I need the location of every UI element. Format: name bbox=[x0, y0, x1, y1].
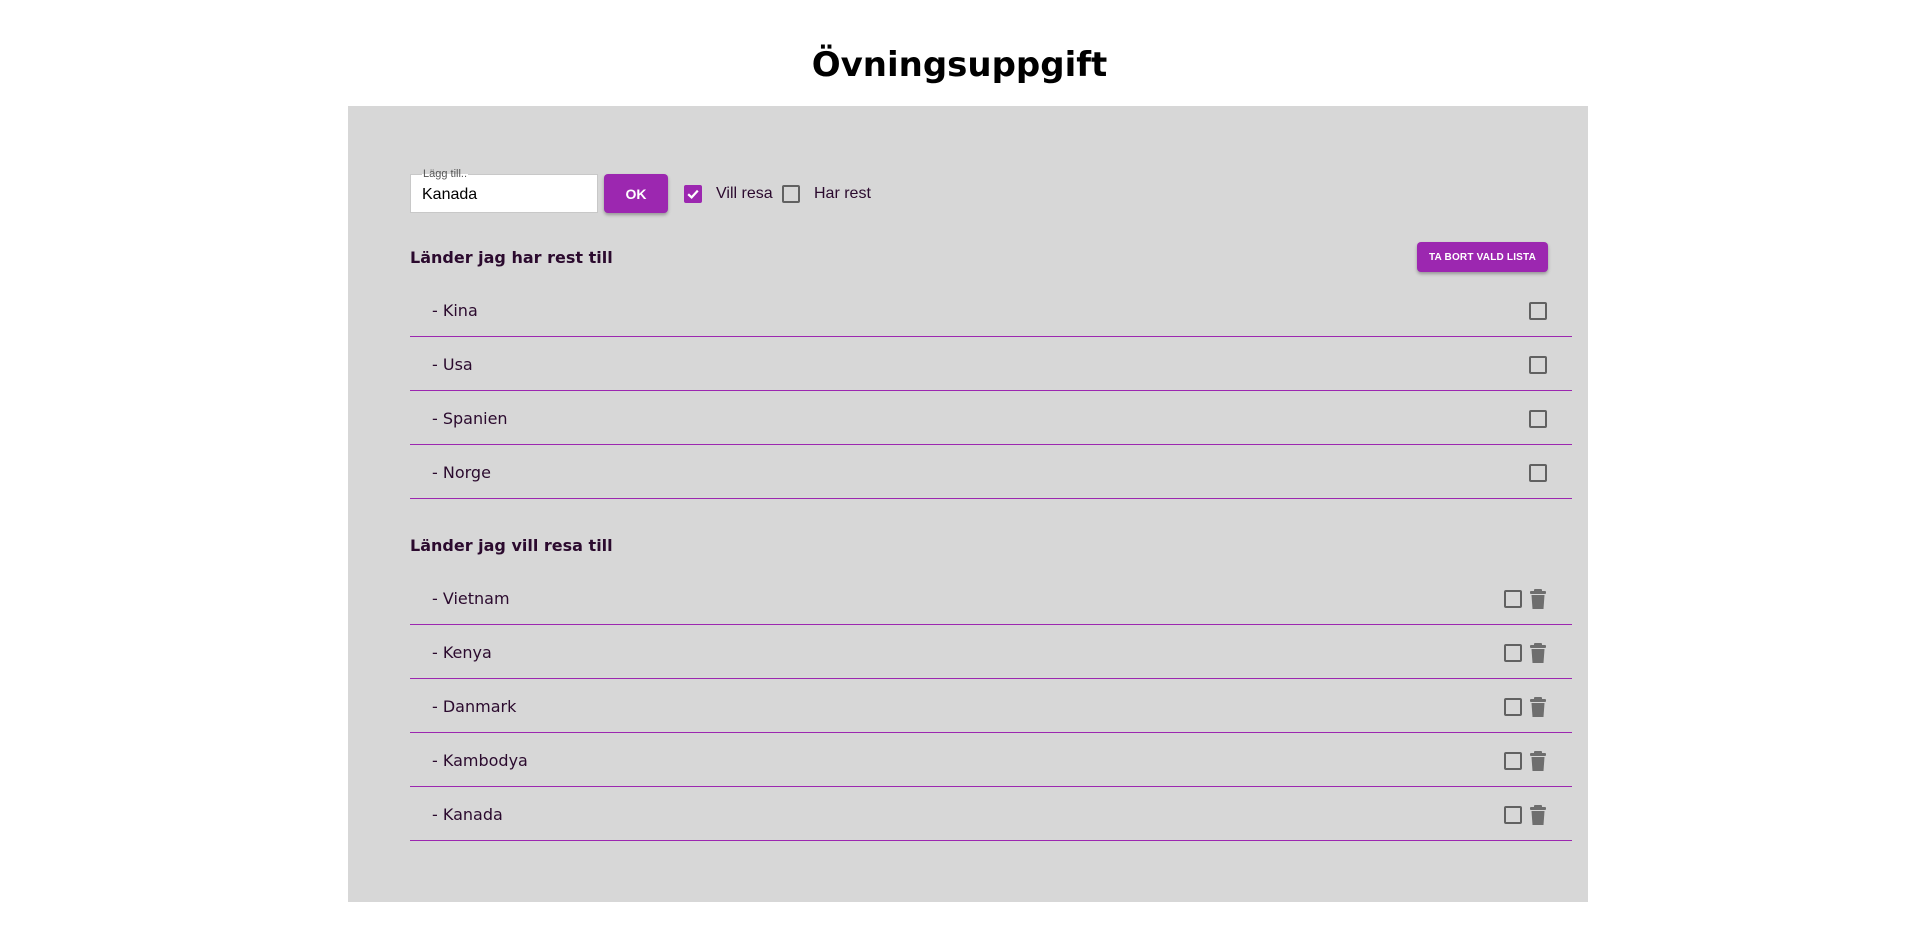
checkmark-icon bbox=[687, 189, 699, 199]
country-label: - Norge bbox=[432, 463, 491, 482]
wishlist-list: - Vietnam - Kenya - Danmark - Kambodya -… bbox=[410, 571, 1572, 841]
visited-list-item: - Norge bbox=[410, 445, 1572, 499]
country-label: - Kambodya bbox=[432, 751, 528, 770]
trash-icon[interactable] bbox=[1529, 804, 1547, 826]
add-country-legend: Lägg till.. bbox=[422, 168, 469, 181]
country-label: - Danmark bbox=[432, 697, 517, 716]
main-panel: Lägg till.. OK Vill resa Har rest Länder… bbox=[348, 106, 1588, 902]
wishlist-section-title: Länder jag vill resa till bbox=[410, 536, 613, 555]
wishlist-item-checkbox[interactable] bbox=[1504, 698, 1522, 716]
page-title: Övningsuppgift bbox=[811, 45, 1108, 85]
add-country-input[interactable] bbox=[422, 186, 592, 204]
trash-icon[interactable] bbox=[1529, 750, 1547, 772]
add-country-field[interactable]: Lägg till.. bbox=[410, 168, 598, 213]
wishlist-item-checkbox[interactable] bbox=[1504, 806, 1522, 824]
country-label: - Usa bbox=[432, 355, 473, 374]
wishlist-item-checkbox[interactable] bbox=[1504, 590, 1522, 608]
visited-list-item: - Kina bbox=[410, 283, 1572, 337]
remove-selected-list-button[interactable]: TA BORT VALD LISTA bbox=[1417, 242, 1548, 272]
visited-item-checkbox[interactable] bbox=[1529, 302, 1547, 320]
country-label: - Vietnam bbox=[432, 589, 510, 608]
has-travelled-label: Har rest bbox=[814, 185, 871, 202]
visited-list-item: - Spanien bbox=[410, 391, 1572, 445]
wishlist-list-item: - Kanada bbox=[410, 787, 1572, 841]
wishlist-list-item: - Danmark bbox=[410, 679, 1572, 733]
wishlist-item-checkbox[interactable] bbox=[1504, 644, 1522, 662]
country-label: - Kina bbox=[432, 301, 478, 320]
country-label: - Kenya bbox=[432, 643, 492, 662]
visited-list-item: - Usa bbox=[410, 337, 1572, 391]
visited-item-checkbox[interactable] bbox=[1529, 356, 1547, 374]
wishlist-list-item: - Kambodya bbox=[410, 733, 1572, 787]
wishlist-list-item: - Vietnam bbox=[410, 571, 1572, 625]
visited-section-title: Länder jag har rest till bbox=[410, 248, 613, 267]
has-travelled-checkbox[interactable] bbox=[782, 185, 800, 203]
country-label: - Kanada bbox=[432, 805, 503, 824]
trash-icon[interactable] bbox=[1529, 588, 1547, 610]
ok-button[interactable]: OK bbox=[604, 174, 668, 213]
trash-icon[interactable] bbox=[1529, 696, 1547, 718]
want-to-travel-label: Vill resa bbox=[716, 185, 773, 202]
want-to-travel-checkbox[interactable] bbox=[684, 185, 702, 203]
visited-item-checkbox[interactable] bbox=[1529, 410, 1547, 428]
trash-icon[interactable] bbox=[1529, 642, 1547, 664]
visited-item-checkbox[interactable] bbox=[1529, 464, 1547, 482]
country-label: - Spanien bbox=[432, 409, 508, 428]
wishlist-item-checkbox[interactable] bbox=[1504, 752, 1522, 770]
visited-list: - Kina - Usa - Spanien - Norge bbox=[410, 283, 1572, 499]
wishlist-list-item: - Kenya bbox=[410, 625, 1572, 679]
